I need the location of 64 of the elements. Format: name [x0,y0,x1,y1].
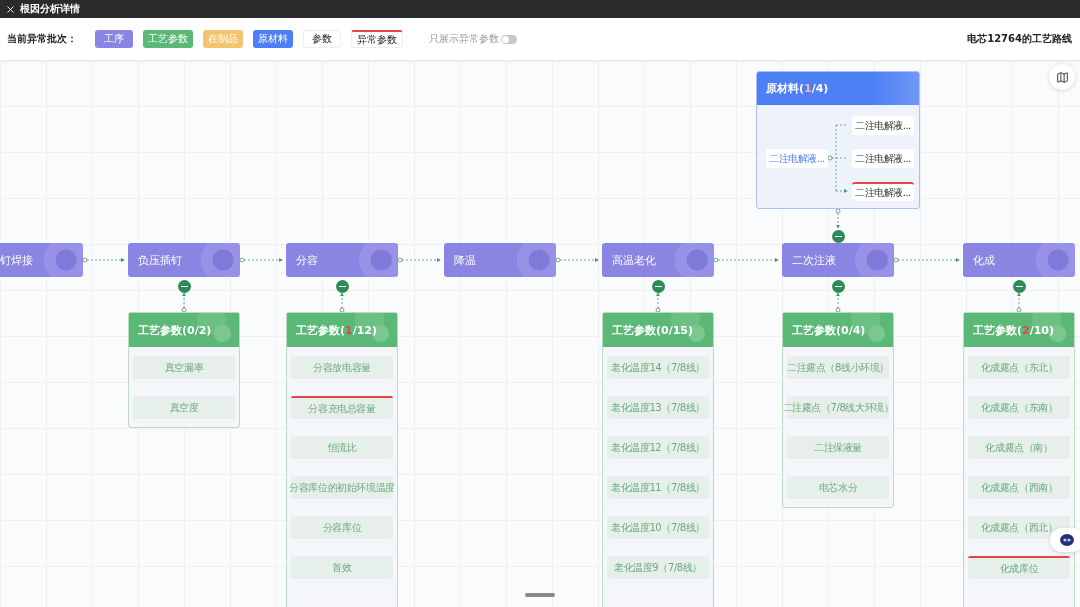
material-item[interactable]: 二注电解液... [852,116,914,135]
param-item[interactable]: 老化温度13（7/8线） [607,396,709,419]
param-item[interactable]: 分容库位 [291,516,393,539]
toggle-switch[interactable] [501,34,517,44]
legend-tag: 原材料 [253,30,293,48]
process-node[interactable]: 高温老化 [602,243,714,277]
panel-title: 原材料(1/4) [757,72,919,105]
material-item[interactable]: 二注电解液... [766,149,828,168]
legend-tag: 在制品 [203,30,243,48]
process-node[interactable]: 降温 [444,243,556,277]
param-item[interactable]: 老化温度9（7/8线） [607,556,709,579]
map-button[interactable] [1049,64,1075,90]
param-item[interactable]: 化成露点（西南） [968,476,1070,499]
robot-icon [1060,534,1074,546]
param-item[interactable]: 老化温度10（7/8线） [607,516,709,539]
process-node[interactable]: 钉焊接 [0,243,83,277]
param-item[interactable]: 老化温度11（7/8线） [607,476,709,499]
param-item[interactable]: 分容放电容量 [291,356,393,379]
material-item[interactable]: 二注电解液... [852,182,914,201]
collapse-button[interactable] [178,280,191,293]
process-node[interactable]: 二次注液 [782,243,894,277]
panel-title: 工艺参数(0/15) [603,313,713,347]
panel-title: 工艺参数(2/10) [964,313,1074,347]
route-title: 电芯12764的工艺路线 [967,32,1072,46]
legend-tag: 工艺参数 [143,30,193,48]
param-item[interactable]: 化成露点（南） [968,436,1070,459]
close-icon[interactable] [5,3,16,15]
collapse-button[interactable] [336,280,349,293]
scroll-handle[interactable] [525,593,555,597]
param-item[interactable]: 分容充电总容量 [291,396,393,419]
collapse-button[interactable] [832,280,845,293]
legend-tag: 参数 [303,30,341,48]
toggle-label: 只展示异常参数 [429,32,499,46]
window-title: 根因分析详情 [20,2,80,16]
process-node[interactable]: 化成 [963,243,1075,277]
param-item[interactable]: 化成库位 [968,556,1070,579]
material-item[interactable]: 二注电解液... [852,149,914,168]
param-item[interactable]: 化成露点（东南） [968,396,1070,419]
param-item[interactable]: 分容库位的初始环境温度 [291,476,393,499]
collapse-button[interactable] [832,230,845,243]
batch-label: 当前异常批次： [7,32,77,46]
param-item[interactable]: 二注露点（8线小环境） [787,356,889,379]
panel-title: 工艺参数(0/2) [129,313,239,347]
param-item[interactable]: 化成露点（西北） [968,516,1070,539]
collapse-button[interactable] [652,280,665,293]
legend-tag: 异常参数 [351,30,403,48]
connector-arrow [835,208,841,229]
panel-title: 工艺参数(0/4) [783,313,893,347]
param-item[interactable]: 首效 [291,556,393,579]
process-node[interactable]: 分容 [286,243,398,277]
param-item[interactable]: 化成露点（东北） [968,356,1070,379]
param-item[interactable]: 电芯水分 [787,476,889,499]
param-item[interactable]: 真空漏率 [133,356,235,379]
legend-tag: 工序 [95,30,133,48]
map-icon [1055,70,1069,84]
assistant-button[interactable] [1050,528,1080,552]
param-item[interactable]: 真空度 [133,396,235,419]
param-item[interactable]: 恒流比 [291,436,393,459]
panel-title: 工艺参数(1/12) [287,313,397,347]
process-node[interactable]: 负压插钉 [128,243,240,277]
param-item[interactable]: 老化温度12（7/8线） [607,436,709,459]
param-item[interactable]: 老化温度14（7/8线） [607,356,709,379]
param-item[interactable]: 二注保液量 [787,436,889,459]
collapse-button[interactable] [1013,280,1026,293]
